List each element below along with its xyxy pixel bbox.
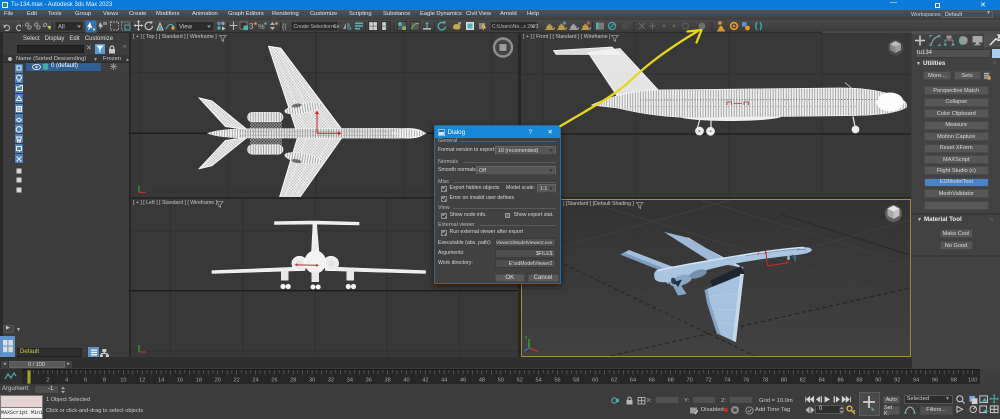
svg-text:82: 82 (800, 377, 806, 383)
svg-text:44: 44 (441, 377, 447, 383)
svg-text:40: 40 (403, 377, 409, 383)
svg-text:32: 32 (328, 377, 334, 383)
svg-text:64: 64 (630, 377, 636, 383)
svg-text:28: 28 (290, 377, 296, 383)
svg-text:18: 18 (196, 377, 202, 383)
svg-text:3: 3 (249, 22, 254, 31)
svg-text:72: 72 (705, 377, 711, 383)
svg-text:80: 80 (781, 377, 787, 383)
svg-text:6: 6 (84, 377, 87, 383)
svg-text:12: 12 (139, 377, 145, 383)
svg-text:8: 8 (103, 377, 106, 383)
svg-text:90: 90 (875, 377, 881, 383)
svg-text:54: 54 (535, 377, 541, 383)
svg-text:34: 34 (347, 377, 353, 383)
svg-text:14: 14 (158, 377, 164, 383)
svg-text:74: 74 (724, 377, 730, 383)
svg-text:4: 4 (65, 377, 68, 383)
svg-text:56: 56 (554, 377, 560, 383)
svg-text:z: z (525, 335, 528, 341)
svg-text:24: 24 (252, 377, 258, 383)
svg-text:38: 38 (384, 377, 390, 383)
svg-text:70: 70 (686, 377, 692, 383)
svg-text:10: 10 (120, 377, 126, 383)
svg-text:46: 46 (460, 377, 466, 383)
svg-text:16: 16 (177, 377, 183, 383)
svg-text:98: 98 (951, 377, 957, 383)
svg-text:42: 42 (422, 377, 428, 383)
svg-text:86: 86 (837, 377, 843, 383)
svg-text:36: 36 (366, 377, 372, 383)
svg-text:88: 88 (856, 377, 862, 383)
svg-text:62: 62 (611, 377, 617, 383)
svg-text:60: 60 (592, 377, 598, 383)
svg-text:94: 94 (913, 377, 919, 383)
svg-text:76: 76 (743, 377, 749, 383)
svg-text:All: All (58, 24, 65, 30)
svg-text:48: 48 (479, 377, 485, 383)
svg-text:20: 20 (215, 377, 221, 383)
svg-text:26: 26 (271, 377, 277, 383)
svg-text:{(: {( (282, 24, 287, 31)
svg-text:C:\Users\No...x 2023: C:\Users\No...x 2023 (492, 24, 539, 30)
svg-text:52: 52 (517, 377, 523, 383)
svg-text:22: 22 (233, 377, 239, 383)
svg-text:2: 2 (46, 377, 49, 383)
svg-text:50: 50 (498, 377, 504, 383)
svg-text:78: 78 (762, 377, 768, 383)
svg-text:30: 30 (309, 377, 315, 383)
svg-text:100: 100 (968, 377, 977, 383)
svg-text:%: % (258, 22, 265, 31)
svg-text:58: 58 (573, 377, 579, 383)
svg-text:92: 92 (894, 377, 900, 383)
svg-text:68: 68 (668, 377, 674, 383)
svg-text:84: 84 (819, 377, 825, 383)
svg-text:96: 96 (932, 377, 938, 383)
svg-text:66: 66 (649, 377, 655, 383)
svg-text:View: View (179, 24, 193, 30)
